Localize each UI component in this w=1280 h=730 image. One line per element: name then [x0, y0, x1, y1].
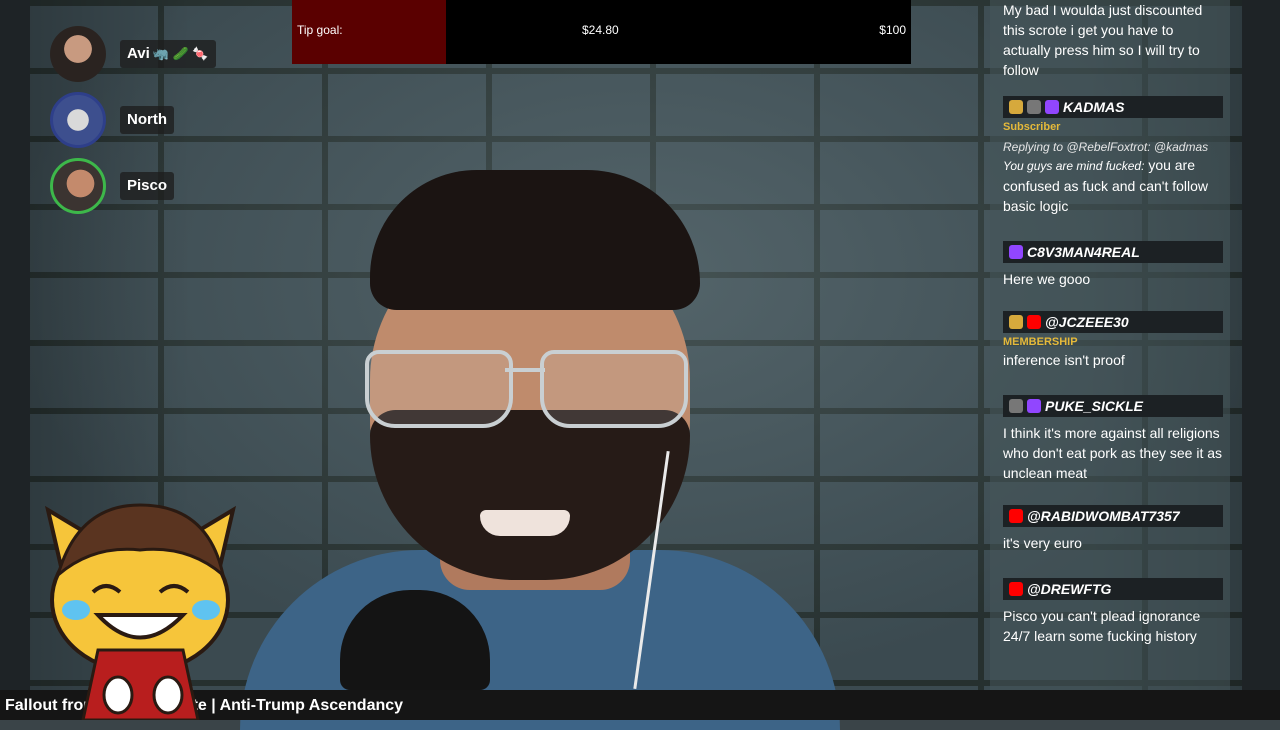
speaker-label: Pisco [120, 172, 175, 200]
chat-message: KADMAS Subscriber Replying to @RebelFoxt… [1003, 96, 1223, 216]
twitch-icon [1009, 245, 1023, 259]
misc-badge-icon [1009, 399, 1023, 413]
chat-reply-context: Replying to @RebelFoxtrot: @kadmas [1003, 139, 1223, 155]
chat-author-bar: C8V3MAN4REAL [1003, 241, 1223, 263]
right-lens [540, 350, 688, 428]
youtube-icon [1027, 315, 1041, 329]
chat-message: C8V3MAN4REAL Here we gooo [1003, 241, 1223, 289]
gift-badge-icon [1027, 100, 1041, 114]
glasses-bridge [505, 368, 545, 372]
robot-avatar-icon [50, 92, 106, 148]
chat-reply-line: Replying to @RebelFoxtrot: @kadmas [1003, 140, 1209, 154]
streamer-hair [370, 170, 700, 310]
chat-message-text: inference isn't proof [1003, 352, 1125, 368]
twitch-icon [1045, 100, 1059, 114]
chat-message-text: I think it's more against all religions … [1003, 425, 1223, 481]
chat-author-bar: @RABIDWOMBAT7357 [1003, 505, 1223, 527]
speaker-name: North [127, 111, 167, 128]
chat-message-text: Here we gooo [1003, 271, 1091, 287]
left-letterbox [0, 0, 30, 690]
chat-author-bar: @DREWFTG [1003, 578, 1223, 600]
chat-message-text: My bad I woulda just discounted this scr… [1003, 2, 1203, 78]
chat-author: PUKE_SICKLE [1045, 398, 1144, 414]
right-letterbox [1242, 0, 1280, 690]
chat-quote-prefix: You guys are mind fucked: [1003, 159, 1145, 173]
chat-message-text: it's very euro [1003, 535, 1082, 551]
glasses [365, 350, 695, 430]
chat-message-text: Pisco you can't plead ignorance 24/7 lea… [1003, 608, 1201, 644]
chat-message: @JCZEEE30 MEMBERSHIP inference isn't pro… [1003, 311, 1223, 370]
twitch-icon [1027, 399, 1041, 413]
chat-overlay: My bad I woulda just discounted this scr… [990, 0, 1230, 690]
speaker-name: Avi [127, 45, 150, 62]
youtube-icon [1009, 509, 1023, 523]
chat-author-bar: @JCZEEE30 [1003, 311, 1223, 333]
chat-author: KADMAS [1063, 99, 1125, 115]
chat-author: @JCZEEE30 [1045, 314, 1129, 330]
chat-author-bar: PUKE_SICKLE [1003, 395, 1223, 417]
chat-message-text: You guys are mind fucked: you are confus… [1003, 155, 1223, 216]
member-badge-icon [1009, 315, 1023, 329]
chat-author: C8V3MAN4REAL [1027, 244, 1140, 260]
tip-goal-current: $24.80 [582, 23, 619, 37]
speaker-emoji: 🦏 🥒 🍬 [152, 46, 209, 61]
left-lens [365, 350, 513, 428]
streamer-mouth [480, 510, 570, 536]
tip-goal-bar: Tip goal: $24.80 $100 [292, 0, 911, 64]
chat-author-bar: KADMAS [1003, 96, 1223, 118]
chat-message: @DREWFTG Pisco you can't plead ignorance… [1003, 578, 1223, 646]
subscriber-badge-icon [1009, 100, 1023, 114]
speaker-label: Avi 🦏 🥒 🍬 [120, 40, 216, 68]
chat-author: @DREWFTG [1027, 581, 1112, 597]
chat-message: PUKE_SICKLE I think it's more against al… [1003, 395, 1223, 483]
chat-role: Subscriber [1003, 121, 1061, 133]
speaker-label: North [120, 106, 174, 134]
avatar [50, 26, 106, 82]
avatar [50, 158, 106, 214]
speaker-name: Pisco [127, 177, 168, 194]
chat-role: MEMBERSHIP [1003, 336, 1078, 348]
tip-goal-label: Tip goal: [297, 23, 343, 37]
chat-author: @RABIDWOMBAT7357 [1027, 508, 1180, 524]
chat-message: My bad I woulda just discounted this scr… [1003, 0, 1223, 80]
tip-goal-target: $100 [879, 23, 906, 37]
youtube-icon [1009, 582, 1023, 596]
chat-message: @RABIDWOMBAT7357 it's very euro [1003, 505, 1223, 553]
laughing-cat-mascot-icon [44, 503, 237, 720]
